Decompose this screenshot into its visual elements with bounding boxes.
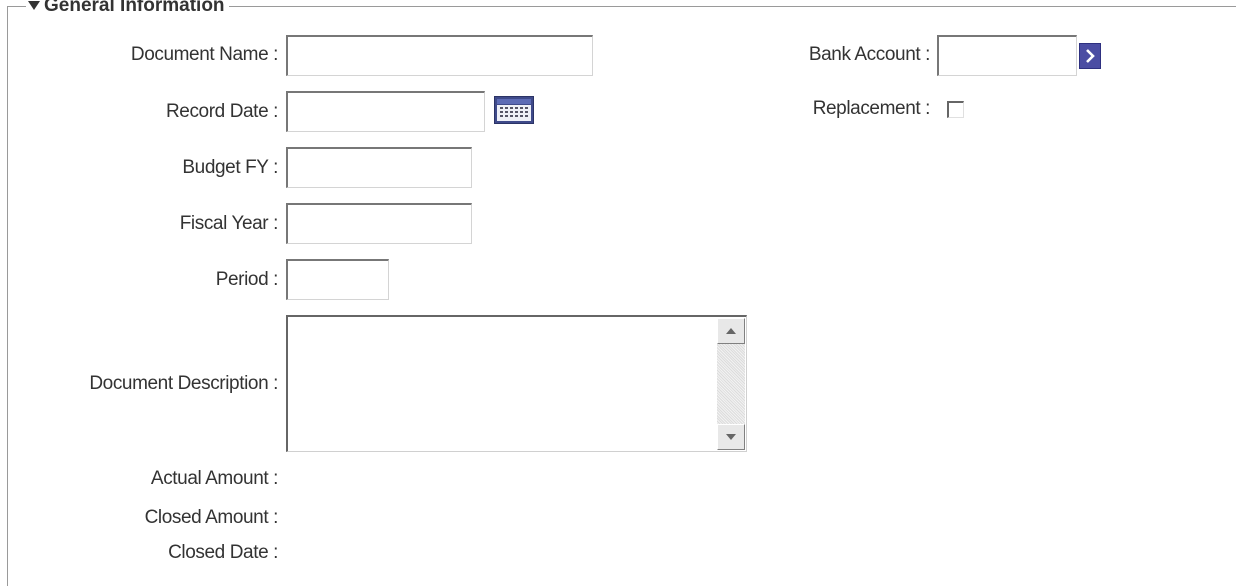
document-description-label: Document Description :	[89, 373, 278, 394]
chevron-right-icon	[1086, 49, 1095, 63]
arrow-up-icon	[726, 328, 736, 334]
bank-account-lookup-button[interactable]	[1079, 43, 1101, 69]
document-name-input[interactable]	[286, 35, 593, 76]
record-date-input[interactable]	[286, 91, 485, 132]
section-header[interactable]: General Information	[26, 0, 229, 16]
vertical-scrollbar[interactable]	[717, 318, 745, 450]
period-input[interactable]	[286, 259, 389, 300]
scroll-up-button[interactable]	[717, 318, 745, 344]
fiscal-year-input[interactable]	[286, 203, 472, 244]
triangle-down-icon[interactable]	[28, 0, 40, 10]
bank-account-input[interactable]	[937, 35, 1077, 76]
document-name-label: Document Name :	[130, 44, 279, 65]
closed-amount-label: Closed Amount :	[144, 507, 279, 528]
budget-fy-label: Budget FY :	[182, 157, 278, 178]
budget-fy-input[interactable]	[286, 147, 472, 188]
section-title: General Information	[44, 0, 225, 16]
bank-account-label: Bank Account :	[808, 44, 931, 65]
closed-date-label: Closed Date :	[168, 542, 278, 563]
general-information-section: General Information	[7, 0, 1236, 586]
calendar-icon[interactable]	[494, 96, 534, 124]
record-date-label: Record Date :	[165, 101, 278, 122]
arrow-down-icon	[726, 434, 736, 440]
scroll-down-button[interactable]	[717, 424, 745, 450]
actual-amount-label: Actual Amount :	[150, 468, 278, 489]
replacement-label: Replacement :	[812, 98, 931, 119]
replacement-checkbox[interactable]	[947, 101, 964, 118]
period-label: Period :	[215, 269, 279, 290]
document-description-textarea[interactable]	[286, 315, 747, 452]
fiscal-year-label: Fiscal Year :	[179, 213, 279, 234]
